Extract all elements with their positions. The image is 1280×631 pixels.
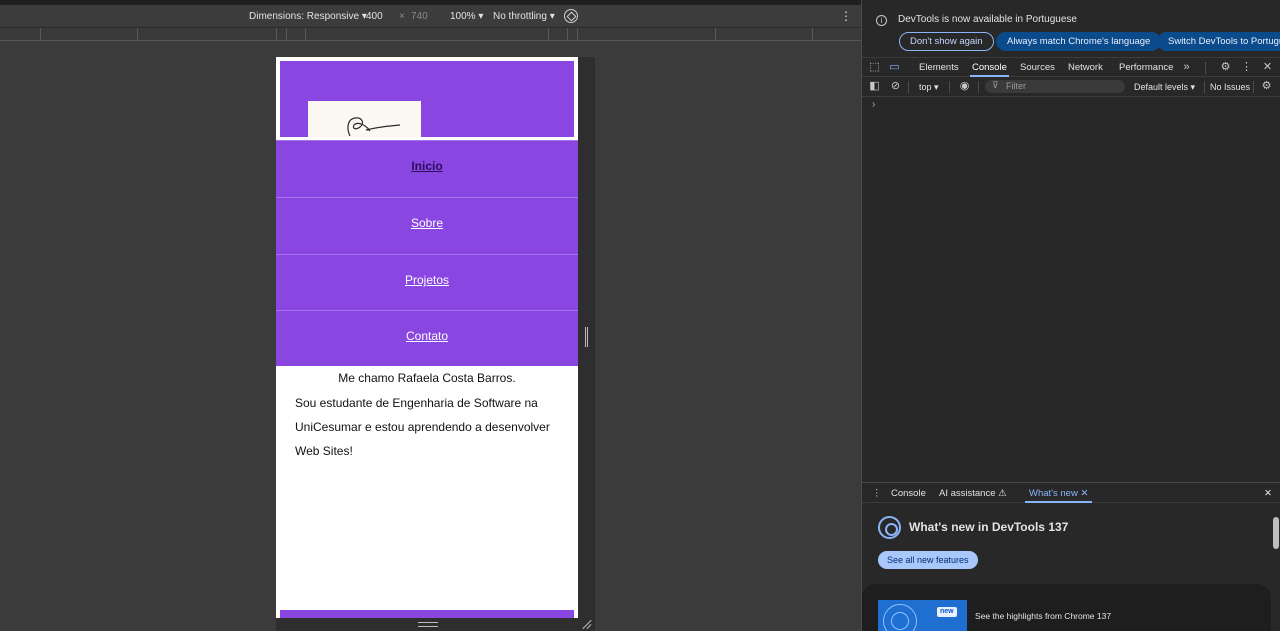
chrome-logo-icon <box>878 516 901 539</box>
media-query-ruler[interactable] <box>0 27 861 41</box>
nav-link-sobre[interactable]: Sobre <box>411 216 443 230</box>
nav-item-projetos: Projetos <box>276 254 578 310</box>
devtools-tabbar: ⬚ ▭ Elements Console Sources Network Per… <box>862 57 1280 77</box>
tab-console[interactable]: Console <box>970 62 1009 77</box>
new-badge: new <box>937 607 957 617</box>
drawer-tab-console[interactable]: Console <box>891 488 926 499</box>
sidebar-toggle-icon[interactable]: ◧ <box>868 80 881 93</box>
dimensions-dropdown[interactable]: Dimensions: Responsive ▾ <box>249 11 367 22</box>
language-infobar: i DevTools is now available in Portugues… <box>862 0 1280 57</box>
settings-gear-icon[interactable]: ⚙ <box>1219 61 1232 74</box>
console-toolbar: ◧ ⊘ top ▾ ◉ ⊽ Filter Default levels ▾ No… <box>862 77 1280 97</box>
tab-elements[interactable]: Elements <box>919 62 959 73</box>
resize-handle-right[interactable] <box>585 327 588 347</box>
close-drawer-icon[interactable]: ✕ <box>1264 488 1272 499</box>
device-toolbar: Dimensions: Responsive ▾ 400 × 740 100% … <box>0 5 861 27</box>
clear-console-icon[interactable]: ⊘ <box>889 80 902 93</box>
resize-handle-bottom[interactable] <box>418 622 438 627</box>
device-toolbar-icon[interactable]: ▭ <box>888 61 901 74</box>
issues-counter[interactable]: No Issues <box>1210 82 1250 92</box>
zoom-dropdown[interactable]: 100% ▾ <box>450 11 483 22</box>
devtools-panel: i DevTools is now available in Portugues… <box>861 0 1280 631</box>
site-header <box>280 61 574 137</box>
switch-language-button[interactable]: Switch DevTools to Portuguese <box>1157 32 1280 51</box>
more-options-icon[interactable]: ⋮ <box>840 9 852 23</box>
highlights-text: See the highlights from Chrome 137 <box>975 611 1112 621</box>
dont-show-again-button[interactable]: Don't show again <box>899 32 994 51</box>
console-settings-icon[interactable]: ⚙ <box>1260 80 1273 93</box>
log-levels-dropdown[interactable]: Default levels ▾ <box>1134 82 1195 93</box>
nav-item-contato: Contato <box>276 310 578 366</box>
browser-window: Dimensions: Responsive ▾ 400 × 740 100% … <box>0 0 1280 631</box>
signature-logo <box>308 101 421 137</box>
intro-text: Me chamo Rafaela Costa Barros. <box>338 371 516 385</box>
drawer-scrollbar[interactable] <box>1272 503 1280 631</box>
drawer-tab-ai-assistance[interactable]: AI assistance ⚠ <box>939 488 1007 499</box>
width-input[interactable]: 400 <box>366 11 383 22</box>
dimensions-separator: × <box>399 11 405 22</box>
drawer-tabbar: ⋮ Console AI assistance ⚠ What's new ✕ ✕ <box>862 483 1280 503</box>
filter-placeholder: Filter <box>1006 81 1026 91</box>
tab-network[interactable]: Network <box>1068 62 1103 73</box>
drawer-menu-icon[interactable]: ⋮ <box>872 488 882 499</box>
highlights-card[interactable] <box>862 584 1271 631</box>
live-expression-eye-icon[interactable]: ◉ <box>958 80 971 93</box>
device-emulation-area: Dimensions: Responsive ▾ 400 × 740 100% … <box>0 0 861 631</box>
devtools-drawer: ⋮ Console AI assistance ⚠ What's new ✕ ✕… <box>862 482 1280 631</box>
console-prompt[interactable]: › <box>872 99 875 110</box>
site-nav: Inicio Sobre Projetos Contato <box>276 140 578 366</box>
height-input[interactable]: 740 <box>411 11 428 22</box>
inspect-element-icon[interactable]: ⬚ <box>868 61 881 74</box>
console-filter-input[interactable]: ⊽ Filter <box>985 80 1125 93</box>
infobar-message: DevTools is now available in Portuguese <box>898 14 1077 25</box>
bio-text: Sou estudante de Engenharia de Software … <box>295 396 550 458</box>
context-selector[interactable]: top ▾ <box>919 82 939 93</box>
see-all-features-button[interactable]: See all new features <box>878 551 978 569</box>
nav-item-sobre: Sobre <box>276 197 578 253</box>
nav-link-contato[interactable]: Contato <box>406 329 448 343</box>
resize-corner-icon[interactable] <box>581 619 591 629</box>
info-icon: i <box>876 15 887 26</box>
tab-performance[interactable]: Performance <box>1119 62 1173 73</box>
filter-icon: ⊽ <box>992 80 999 90</box>
throttling-dropdown[interactable]: No throttling ▾ <box>493 11 555 22</box>
close-devtools-icon[interactable]: ✕ <box>1261 61 1274 74</box>
tab-sources[interactable]: Sources <box>1020 62 1055 73</box>
drawer-tab-whats-new[interactable]: What's new ✕ <box>1024 488 1093 503</box>
site-footer <box>280 610 574 618</box>
match-chrome-language-button[interactable]: Always match Chrome's language <box>996 32 1162 51</box>
whats-new-title: What's new in DevTools 137 <box>909 520 1069 534</box>
emulated-page: Inicio Sobre Projetos Contato Me chamo R… <box>276 57 578 618</box>
nav-item-inicio: Inicio <box>276 140 578 196</box>
customize-menu-icon[interactable]: ⋮ <box>1240 61 1253 74</box>
rotate-icon[interactable] <box>564 9 578 23</box>
more-tabs-icon[interactable]: » <box>1180 61 1193 74</box>
nav-link-inicio[interactable]: Inicio <box>411 159 442 173</box>
nav-link-projetos[interactable]: Projetos <box>405 273 449 287</box>
